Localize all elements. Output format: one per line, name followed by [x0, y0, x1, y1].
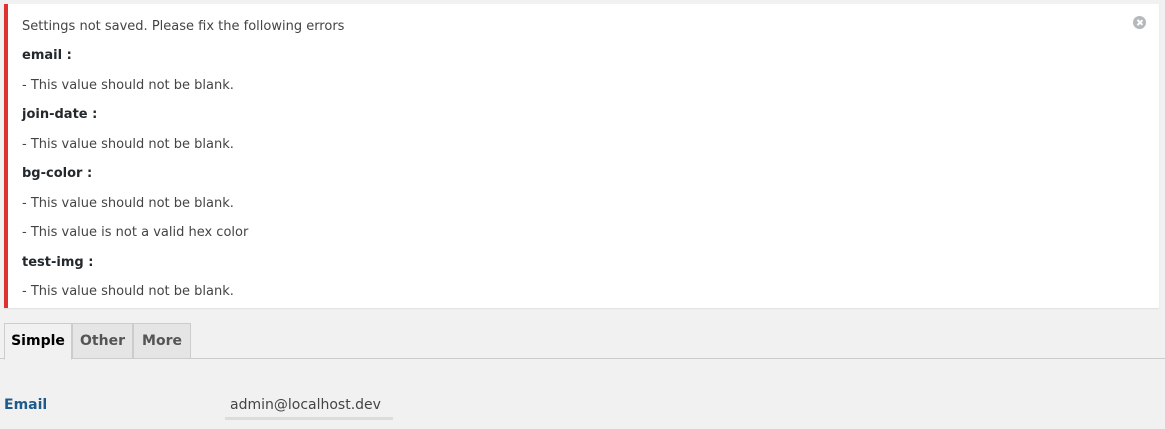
error-message: - This value is not a valid hex color: [22, 225, 249, 240]
tab-other[interactable]: Other: [72, 323, 133, 359]
error-message: - This value should not be blank.: [22, 196, 234, 211]
tab-bar: Simple Other More: [0, 323, 1165, 360]
email-field[interactable]: [225, 392, 393, 420]
notice-title: Settings not saved. Please fix the follo…: [22, 19, 345, 34]
dismiss-circle-icon[interactable]: [1133, 16, 1146, 29]
error-field-email: email :: [22, 48, 72, 63]
error-notice: Settings not saved. Please fix the follo…: [4, 4, 1159, 308]
error-field-bg-color: bg-color :: [22, 166, 93, 181]
tab-simple[interactable]: Simple: [4, 323, 72, 360]
error-message: - This value should not be blank.: [22, 284, 234, 299]
error-message: - This value should not be blank.: [22, 78, 234, 93]
error-message: - This value should not be blank.: [22, 137, 234, 152]
error-field-join-date: join-date :: [22, 107, 98, 122]
email-label: Email: [4, 397, 48, 413]
tab-more[interactable]: More: [133, 323, 191, 359]
error-field-test-img: test-img :: [22, 255, 94, 270]
